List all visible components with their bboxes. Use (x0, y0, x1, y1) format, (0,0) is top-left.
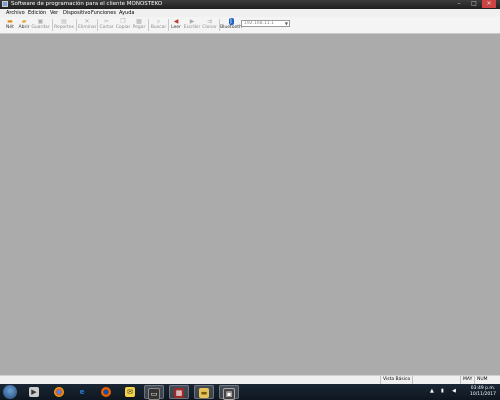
system-tray: ▲ ▮ ◀ 03:49 p.m. 10/11/2017 (428, 384, 498, 400)
taskbar-media-player[interactable]: ▶ (25, 385, 43, 399)
search-icon: ⌕ (156, 18, 161, 25)
clone-button[interactable]: ⇉ Clonar (201, 18, 218, 32)
status-num: NUM (474, 376, 492, 384)
save-button[interactable]: ▣ Guardar (31, 18, 50, 32)
taskbar-software[interactable]: ▦ (169, 385, 189, 399)
save-icon: ▣ (37, 18, 44, 25)
taskbar-internet-explorer[interactable]: e (73, 385, 91, 399)
taskbar-firefox[interactable] (97, 385, 115, 399)
tray-arrow-icon[interactable]: ▲ (430, 388, 434, 394)
window-icon: ▭ (148, 388, 160, 400)
taskbar-sticky-app[interactable]: ✉ (121, 385, 139, 399)
chrome-icon (54, 387, 64, 397)
write-button[interactable]: ▶ Escribir (183, 18, 201, 32)
bluetooth-button[interactable]: ᛒ Bluetooth (220, 18, 242, 32)
search-button[interactable]: ⌕ Buscar (150, 18, 167, 32)
open-folder-icon: ▰ (21, 18, 27, 25)
media-player-icon: ▶ (29, 387, 39, 397)
taskbar-chrome[interactable] (50, 385, 68, 399)
taskbar: ▶ e ✉ ▭ ▦ ▬ ▣ ▲ ▮ ◀ 03:49 p.m. 10/11/201… (0, 384, 500, 400)
maximize-button[interactable]: □ (467, 0, 481, 8)
taskbar-window-b[interactable]: ▣ (219, 385, 239, 400)
reports-button[interactable]: ▤ Reportes (54, 18, 74, 32)
minimize-button[interactable]: – (452, 0, 466, 8)
bluetooth-icon: ᛒ (228, 18, 234, 25)
menu-ver[interactable]: Ver (49, 9, 59, 17)
delete-icon: ✕ (84, 18, 90, 25)
menu-bar: Archivo Edición Ver Dispositivo Funcione… (0, 9, 500, 17)
workspace-area[interactable] (0, 34, 500, 375)
chevron-down-icon: ▼ (284, 21, 288, 26)
open-button[interactable]: ▰ Abrir (17, 18, 31, 32)
monitor-icon: ▣ (223, 388, 235, 400)
start-button[interactable] (3, 385, 17, 399)
paste-icon: ▦ (136, 18, 142, 25)
software-icon: ▦ (174, 388, 184, 398)
menu-dispositivo[interactable]: Dispositivo (62, 9, 91, 17)
window-title: Software de programación para el cliente… (11, 1, 163, 7)
delete-button[interactable]: ✕ Eliminar (78, 18, 96, 32)
taskbar-explorer[interactable]: ▬ (194, 385, 214, 399)
status-caps: MAY (460, 376, 474, 384)
toolbar-separator (52, 19, 53, 31)
status-bar: Vista Básico MAY NUM (0, 375, 500, 384)
firefox-icon (101, 387, 111, 397)
folder-icon: ▬ (199, 388, 209, 398)
read-button[interactable]: ◀ Leer (169, 18, 183, 32)
title-bar: Software de programación para el cliente… (0, 0, 500, 9)
volume-icon[interactable]: ◀ (452, 388, 456, 394)
sticky-notes-icon: ✉ (125, 387, 135, 397)
app-icon (2, 1, 8, 7)
toolbar-separator (76, 19, 77, 31)
report-icon: ▤ (61, 18, 67, 25)
menu-archivo[interactable]: Archivo (5, 9, 26, 17)
toolbar-separator (148, 19, 149, 31)
network-icon[interactable]: ▮ (441, 388, 444, 394)
menu-funciones[interactable]: Funciones (90, 9, 117, 17)
internet-explorer-icon: e (79, 388, 85, 396)
copy-button[interactable]: ❐ Copiar (115, 18, 131, 32)
close-button[interactable]: ✕ (482, 0, 496, 8)
cut-icon: ✂ (103, 18, 110, 25)
ip-address-select[interactable]: 192.168.11.1 ▼ (241, 20, 290, 27)
new-button[interactable]: ▬ Nét (3, 18, 17, 32)
cut-button[interactable]: ✂ Cortar (99, 18, 114, 32)
copy-icon: ❐ (120, 18, 126, 25)
menu-edicion[interactable]: Edición (27, 9, 47, 17)
clone-icon: ⇉ (206, 18, 213, 25)
toolbar-separator (97, 19, 98, 31)
paste-button[interactable]: ▦ Pegar (131, 18, 147, 32)
write-icon: ▶ (189, 18, 195, 25)
status-empty (412, 376, 460, 384)
taskbar-window-a[interactable]: ▭ (144, 385, 164, 400)
status-view-mode: Vista Básico (380, 376, 412, 384)
ip-address-value: 192.168.11.1 (244, 21, 275, 26)
clock[interactable]: 03:49 p.m. 10/11/2017 (468, 386, 498, 398)
new-icon: ▬ (7, 18, 13, 25)
clock-date: 10/11/2017 (470, 392, 496, 397)
menu-ayuda[interactable]: Ayuda (118, 9, 135, 17)
read-icon: ◀ (173, 18, 179, 25)
